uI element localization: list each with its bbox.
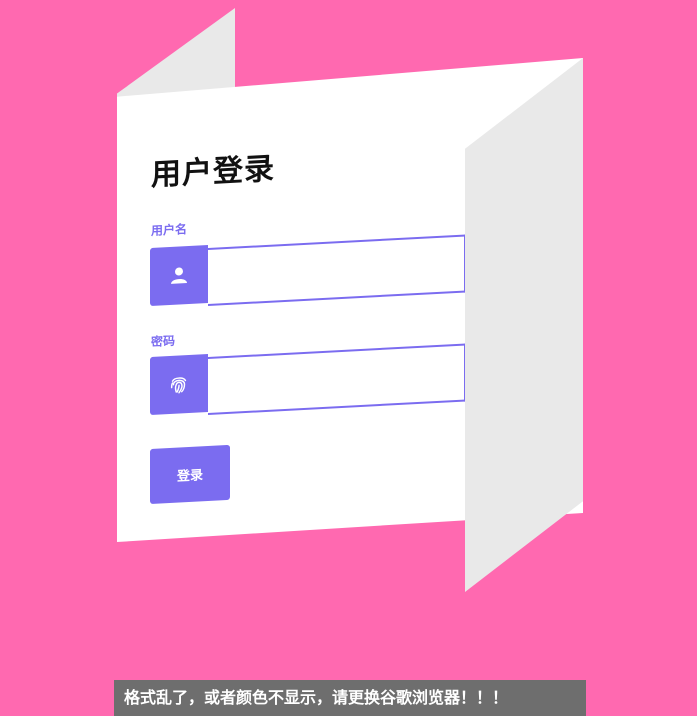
browser-warning-banner: 格式乱了，或者颜色不显示，请更换谷歌浏览器！！！ (114, 680, 586, 716)
username-input[interactable] (208, 236, 464, 304)
fingerprint-icon (150, 353, 208, 415)
username-label: 用户名 (151, 222, 188, 238)
right-fold-panel (465, 58, 583, 592)
login-button[interactable]: 登录 (150, 444, 230, 504)
password-label: 密码 (151, 333, 176, 349)
page-title: 用户登录 (151, 151, 275, 193)
password-input[interactable] (208, 345, 464, 413)
user-icon (150, 244, 208, 306)
left-fold-panel (117, 8, 235, 100)
fingerprint-icon-glyph (170, 377, 187, 394)
user-icon-glyph (171, 267, 187, 284)
